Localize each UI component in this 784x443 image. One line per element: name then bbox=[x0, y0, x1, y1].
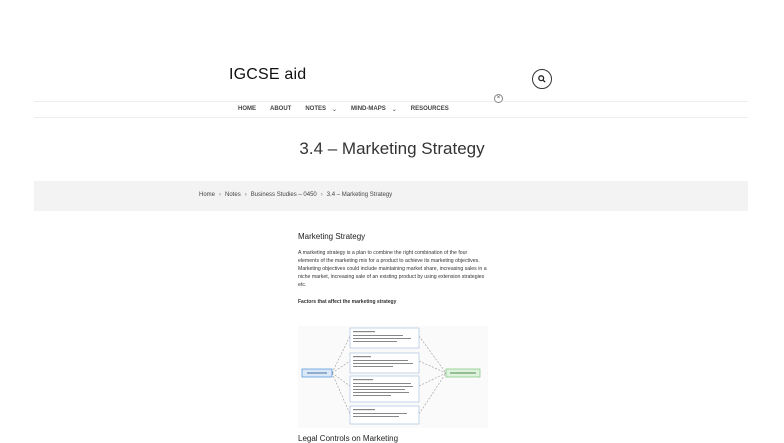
chevron-down-icon: ⌄ bbox=[391, 106, 397, 113]
nav-item-mind-maps[interactable]: MIND-MAPS ⌄ bbox=[351, 106, 397, 113]
nav-item-home[interactable]: HOME bbox=[238, 106, 256, 112]
site-title[interactable]: IGCSE aid bbox=[229, 66, 306, 84]
breadcrumb: Home › Notes › Business Studies – 0450 ›… bbox=[199, 192, 392, 198]
nav-divider-top bbox=[34, 101, 748, 102]
nav-item-about[interactable]: ABOUT bbox=[270, 106, 291, 112]
nav-item-notes[interactable]: NOTES ⌄ bbox=[305, 106, 337, 113]
nav-divider-bottom bbox=[34, 117, 748, 118]
search-icon bbox=[538, 75, 546, 83]
breadcrumb-separator-icon: › bbox=[219, 192, 222, 198]
nav-label: RESOURCES bbox=[410, 106, 449, 112]
breadcrumb-home[interactable]: Home bbox=[199, 192, 215, 198]
breadcrumb-separator-icon: › bbox=[320, 192, 323, 198]
marketing-strategy-diagram bbox=[298, 326, 488, 428]
breadcrumb-business-studies[interactable]: Business Studies – 0450 bbox=[251, 192, 317, 198]
next-section-heading: Legal Controls on Marketing bbox=[298, 434, 399, 443]
breadcrumb-current: 3.4 – Marketing Strategy bbox=[326, 192, 393, 198]
article-paragraph: A marketing strategy is a plan to combin… bbox=[298, 250, 487, 288]
nav-label: NOTES bbox=[305, 106, 327, 112]
page-title: 3.4 – Marketing Strategy bbox=[299, 139, 485, 158]
nav-label: ABOUT bbox=[270, 106, 292, 112]
nav-item-resources[interactable]: RESOURCES bbox=[411, 106, 449, 112]
close-icon[interactable]: × bbox=[494, 94, 503, 103]
article-content: Marketing Strategy A marketing strategy … bbox=[298, 232, 488, 313]
chevron-down-icon: ⌄ bbox=[332, 106, 338, 113]
section-heading: Marketing Strategy bbox=[298, 232, 366, 241]
factors-heading: Factors that affect the marketing strate… bbox=[298, 299, 397, 305]
nav-label: MIND-MAPS bbox=[351, 106, 386, 112]
search-button[interactable] bbox=[532, 69, 552, 89]
breadcrumb-separator-icon: › bbox=[244, 192, 247, 198]
main-navigation: HOME ABOUT NOTES ⌄ MIND-MAPS ⌄ RESOURCES bbox=[238, 103, 449, 115]
breadcrumb-notes[interactable]: Notes bbox=[225, 192, 241, 198]
nav-label: HOME bbox=[238, 106, 256, 112]
